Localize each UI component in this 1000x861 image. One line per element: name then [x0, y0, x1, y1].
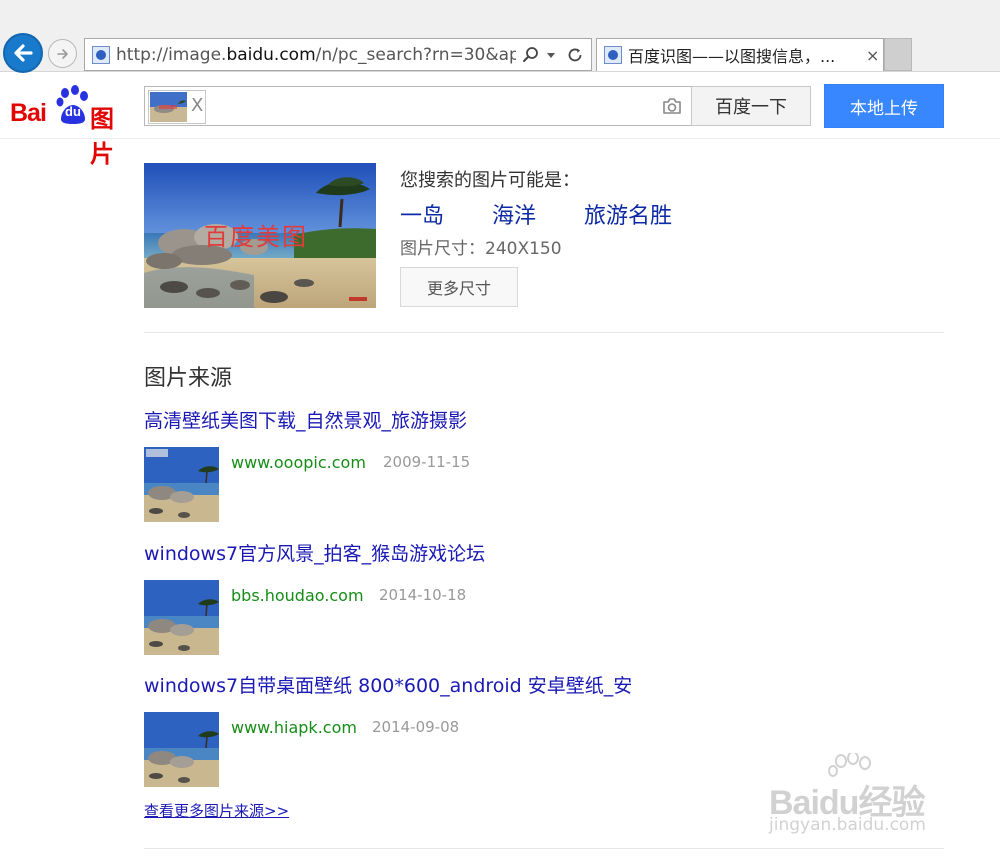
guess-label: 您搜索的图片可能是：: [400, 170, 580, 191]
source-thumb-image: [144, 580, 219, 655]
source-thumbnail[interactable]: [144, 712, 219, 787]
forward-button[interactable]: [48, 39, 77, 68]
tab-title: 百度识图——以图搜信息，...: [628, 47, 836, 66]
search-box[interactable]: X: [144, 86, 692, 126]
baidu-header: Bai du 图片 X 百度一下 本地上传: [0, 73, 1000, 168]
baidu-favicon-icon: [604, 46, 622, 64]
address-bar[interactable]: http://image.baidu.com/n/pc_search?rn=30…: [84, 38, 592, 71]
address-url[interactable]: http://image.baidu.com/n/pc_search?rn=30…: [116, 45, 516, 65]
more-sizes-button[interactable]: 更多尺寸: [400, 267, 518, 307]
source-domain-link[interactable]: bbs.houdao.com: [231, 586, 364, 605]
source-domain-link[interactable]: www.ooopic.com: [231, 453, 366, 472]
search-thumb-image: [150, 92, 187, 122]
back-button[interactable]: [3, 33, 43, 73]
source-date: 2014-10-18: [379, 586, 467, 604]
divider: [144, 332, 944, 333]
source-item: 高清壁纸美图下载_自然景观_旅游摄影 www.ooopic.com 2009-1…: [144, 406, 964, 522]
remove-image-button[interactable]: X: [191, 95, 203, 116]
source-title-link[interactable]: windows7自带桌面壁纸 800*600_android 安卓壁纸_安: [144, 671, 964, 698]
source-title-link[interactable]: 高清壁纸美图下载_自然景观_旅游摄影: [144, 406, 964, 433]
source-thumb-image: [144, 447, 219, 522]
new-tab-button[interactable]: [884, 38, 912, 71]
source-date: 2014-09-08: [372, 718, 460, 736]
dropdown-arrow-icon[interactable]: [546, 50, 556, 60]
search-icon[interactable]: [522, 46, 540, 64]
source-thumb-image: [144, 712, 219, 787]
arrow-right-icon: [56, 48, 68, 59]
source-date: 2009-11-15: [383, 453, 471, 471]
baidu-image-logo[interactable]: Bai du 图片: [10, 85, 136, 168]
image-watermark-text: 百度美图: [204, 223, 308, 251]
baidu-favicon-icon: [92, 45, 110, 64]
source-thumbnail[interactable]: [144, 580, 219, 655]
arrow-left-icon: [14, 44, 33, 62]
more-sources-link[interactable]: 查看更多图片来源>>: [144, 800, 289, 821]
image-size-text: 图片尺寸：240X150: [400, 239, 562, 259]
tag-link[interactable]: 海洋: [492, 198, 536, 230]
source-title-link[interactable]: windows7官方风景_拍客_猴岛游戏论坛: [144, 539, 964, 566]
divider: [144, 848, 944, 849]
refresh-icon[interactable]: [566, 46, 584, 64]
guess-tags: 一岛 海洋 旅游名胜: [400, 198, 720, 230]
baidu-jingyan-watermark: Baidu经验 jingyan.baidu.com: [765, 753, 955, 845]
source-item: windows7官方风景_拍客_猴岛游戏论坛 bbs.houdao.com 20…: [144, 539, 964, 655]
source-thumbnail[interactable]: [144, 447, 219, 522]
search-input[interactable]: [211, 91, 651, 121]
sources-heading: 图片来源: [144, 366, 233, 391]
tag-link[interactable]: 旅游名胜: [584, 198, 672, 230]
source-domain-link[interactable]: www.hiapk.com: [231, 718, 357, 737]
search-button[interactable]: 百度一下: [691, 86, 811, 126]
browser-tab[interactable]: 百度识图——以图搜信息，... ×: [596, 38, 884, 71]
tab-close-button[interactable]: ×: [866, 46, 879, 65]
result-image[interactable]: 百度美图: [144, 163, 376, 308]
browser-chrome: http://image.baidu.com/n/pc_search?rn=30…: [0, 0, 1000, 73]
camera-icon[interactable]: [661, 96, 683, 116]
search-image-thumbnail[interactable]: X: [148, 90, 206, 124]
tag-link[interactable]: 一岛: [400, 198, 444, 230]
upload-local-button[interactable]: 本地上传: [824, 84, 944, 128]
